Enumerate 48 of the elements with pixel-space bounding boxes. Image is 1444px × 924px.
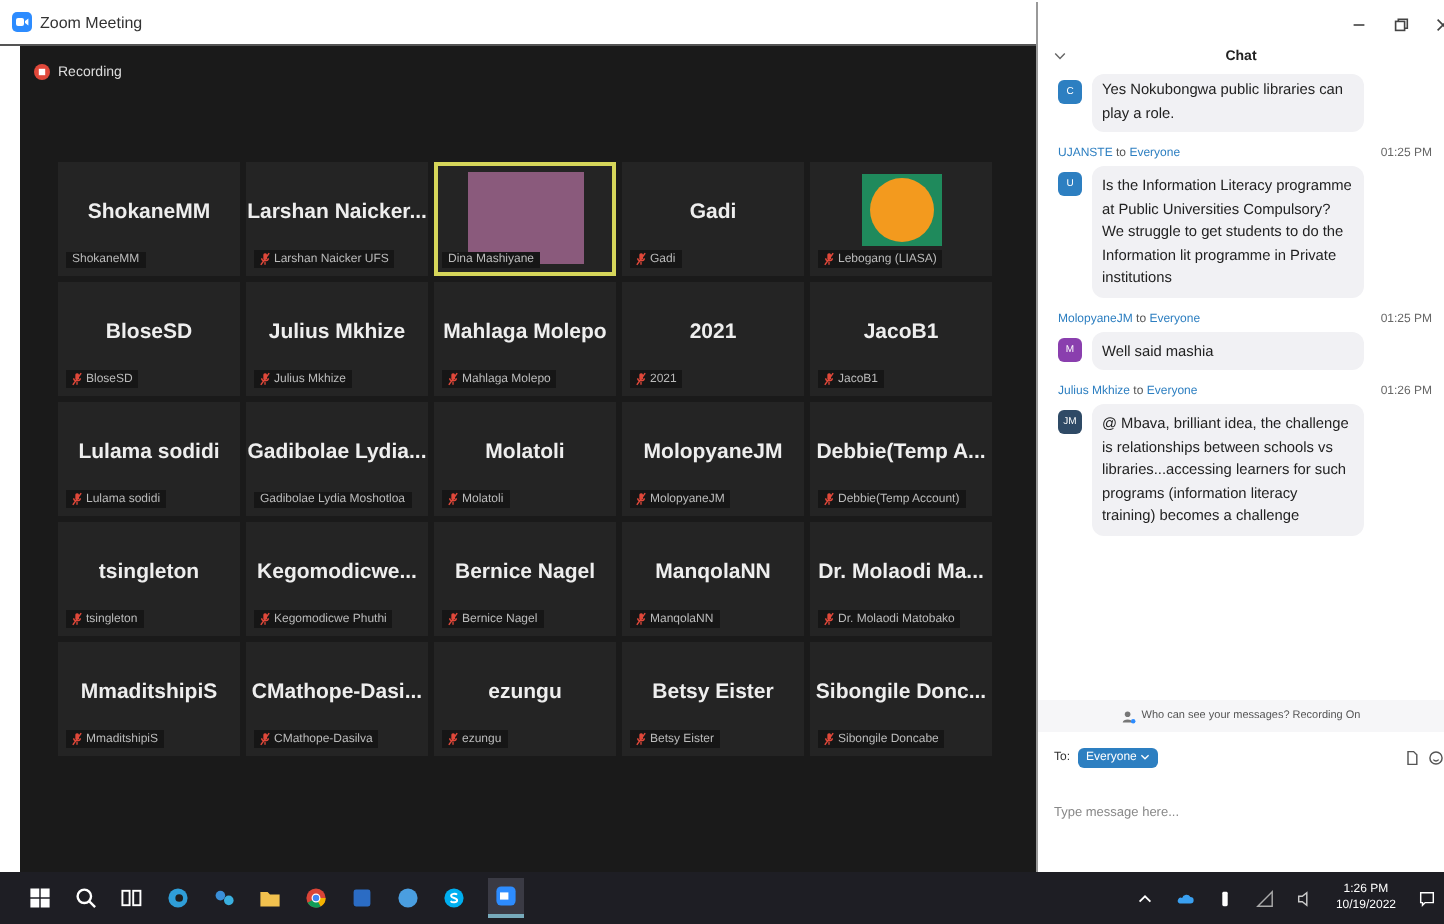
participant-name: Gadibolae Lydia... xyxy=(247,439,427,463)
people-app-icon[interactable] xyxy=(212,886,236,910)
participant-name: Betsy Eister xyxy=(652,679,774,703)
participant-name: Bernice Nagel xyxy=(454,559,596,583)
participant-name: Gadi xyxy=(689,199,737,223)
participant-name: MmaditshipiS xyxy=(80,679,218,703)
participant-name: ShokaneMM xyxy=(87,199,211,223)
folder-icon[interactable] xyxy=(258,886,282,910)
people-icon xyxy=(1121,709,1136,723)
participant-name: BloseSD xyxy=(105,319,193,343)
profile-picture xyxy=(861,173,941,245)
participant-name: MolopyaneJM xyxy=(643,439,783,463)
search-icon[interactable] xyxy=(74,886,98,910)
zoom-logo-icon xyxy=(12,12,32,32)
participant-name: Molatoli xyxy=(485,439,565,463)
participant-name: Mahlaga Molepo xyxy=(443,319,607,343)
browser-icon[interactable] xyxy=(166,886,190,910)
video-camera-icon xyxy=(494,884,518,908)
participant-name: Lulama sodidi xyxy=(78,439,220,463)
speaker-icon[interactable] xyxy=(1295,889,1314,907)
app-icon[interactable] xyxy=(396,886,420,910)
participant-name: 2021 xyxy=(689,319,737,343)
participant-name: ezungu xyxy=(488,679,562,703)
chevron-down-icon[interactable] xyxy=(1054,52,1066,60)
participant-name: Dr. Molaodi Ma... xyxy=(818,559,984,583)
recording-icon xyxy=(34,64,50,80)
participant-name: ManqolaNN xyxy=(655,559,771,583)
window-title: Zoom Meeting xyxy=(40,13,143,31)
emoji-icon[interactable] xyxy=(1428,750,1444,766)
network-icon[interactable] xyxy=(1255,889,1274,907)
participant-name: JacoB1 xyxy=(863,319,939,343)
participant-name: Larshan Naicker... xyxy=(247,199,427,223)
task-view-icon[interactable] xyxy=(120,886,144,910)
skype-icon[interactable] xyxy=(442,886,466,910)
caret-icon xyxy=(1140,753,1151,760)
restore-icon[interactable] xyxy=(1392,15,1410,33)
file-icon[interactable] xyxy=(1404,750,1420,766)
participant-name: Debbie(Temp A... xyxy=(816,439,986,463)
windows-start-icon[interactable] xyxy=(28,886,52,910)
participant-name: Kegomodicwe... xyxy=(257,559,417,583)
cloud-icon[interactable] xyxy=(1175,889,1194,907)
participant-name: Sibongile Donc... xyxy=(815,679,987,703)
participant-name: tsingleton xyxy=(98,559,200,583)
participant-name: CMathope-Dasi... xyxy=(251,679,423,703)
participant-name: Julius Mkhize xyxy=(268,319,406,343)
notification-icon[interactable] xyxy=(1418,889,1436,907)
chrome-browser-icon[interactable] xyxy=(304,886,328,910)
zoom-taskbar-button[interactable] xyxy=(488,878,524,918)
